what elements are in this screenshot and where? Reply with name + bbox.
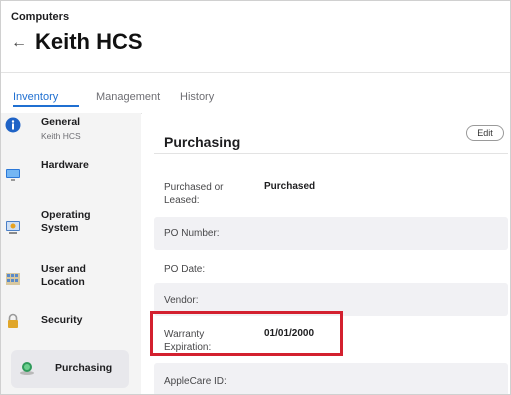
highlight-box <box>150 311 343 356</box>
lock-icon <box>8 313 18 328</box>
field-row-applecare-id: AppleCare ID: <box>154 363 508 394</box>
field-row-purchased-or-leased: Purchased or Leased: Purchased <box>154 167 508 211</box>
sidebar-item-label-line2: System <box>41 222 79 234</box>
field-value: Purchased <box>264 181 316 192</box>
sidebar-item-security[interactable]: Security <box>8 309 129 339</box>
sidebar-item-label: Operating <box>41 209 91 221</box>
section-title: Purchasing <box>164 134 241 150</box>
sidebar-item-label: General <box>41 116 81 128</box>
sidebar-item-general[interactable]: General Keith HCS <box>5 113 129 151</box>
field-label: PO Number: <box>164 228 220 239</box>
field-label: Vendor: <box>164 295 199 306</box>
sidebar-item-operating-system[interactable]: Operating System <box>6 207 129 247</box>
breadcrumb[interactable]: Computers <box>11 11 69 23</box>
sidebar-item-label: Hardware <box>41 159 89 171</box>
user-location-icon <box>6 273 20 285</box>
edit-button[interactable]: Edit <box>466 125 504 141</box>
sidebar-item-hardware[interactable]: Hardware <box>6 157 129 197</box>
computer-detail-window: Computers ← Keith HCS Inventory Manageme… <box>0 0 511 395</box>
tab-bar: Inventory Management History <box>1 73 510 114</box>
page-header: Computers ← Keith HCS <box>1 1 510 73</box>
sidebar: General Keith HCS Hardware Operating Sys… <box>1 113 141 394</box>
back-arrow-icon[interactable]: ← <box>11 34 27 52</box>
sidebar-item-label-line2: Location <box>41 276 85 288</box>
sidebar-item-purchasing[interactable]: Purchasing <box>11 350 129 388</box>
field-label: AppleCare ID: <box>164 376 227 387</box>
field-row-po-number: PO Number: <box>154 217 508 250</box>
os-icon <box>6 221 20 234</box>
field-label: PO Date: <box>164 264 206 275</box>
purchasing-icon <box>20 362 34 375</box>
monitor-icon <box>6 169 20 181</box>
page-title: Keith HCS <box>35 29 143 54</box>
sidebar-item-user-location[interactable]: User and Location <box>6 261 129 301</box>
tab-inventory[interactable]: Inventory <box>13 91 58 103</box>
sidebar-item-label: User and <box>41 263 86 275</box>
active-tab-indicator <box>13 105 79 107</box>
sidebar-item-label: Security <box>41 314 83 326</box>
tab-management[interactable]: Management <box>96 91 160 103</box>
tab-history[interactable]: History <box>180 91 214 103</box>
sidebar-item-label: Purchasing <box>55 362 113 374</box>
field-label-line2: Leased: <box>164 195 200 206</box>
field-label: Purchased or <box>164 182 224 193</box>
section-divider <box>154 153 508 154</box>
sidebar-item-sublabel: Keith HCS <box>41 131 81 141</box>
info-icon <box>5 117 21 133</box>
